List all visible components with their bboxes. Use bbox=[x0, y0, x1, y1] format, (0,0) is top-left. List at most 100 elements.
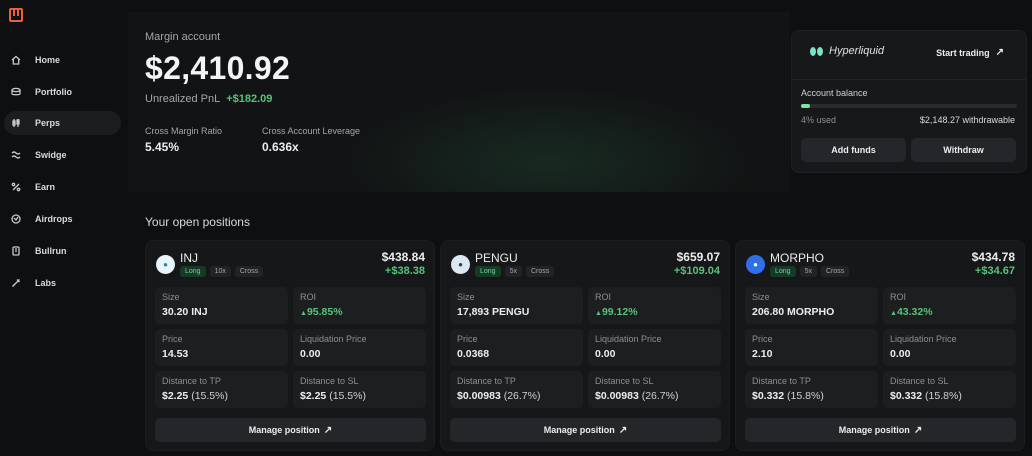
perps-icon bbox=[10, 117, 22, 129]
withdraw-button[interactable]: Withdraw bbox=[911, 138, 1016, 162]
sidebar-item-label: Home bbox=[35, 55, 61, 65]
sidebar-item-bullrun[interactable]: Bullrun bbox=[4, 239, 121, 263]
tp-value: $0.332 (15.8%) bbox=[752, 390, 824, 402]
roi-number: 43.32% bbox=[896, 306, 933, 318]
triangle-up-icon: ▲ bbox=[890, 310, 897, 317]
sidebar-item-label: Airdrops bbox=[35, 214, 73, 224]
position-pnl: +$109.04 bbox=[673, 265, 720, 277]
sl-cell: Distance to SL $0.332 (15.8%) bbox=[883, 371, 1016, 408]
leverage-badge: 5x bbox=[799, 266, 817, 277]
tp-cell: Distance to TP $0.00983 (26.7%) bbox=[450, 371, 583, 408]
manage-position-button[interactable]: Manage position ↗ bbox=[745, 418, 1016, 442]
sl-label: Distance to SL bbox=[595, 376, 654, 386]
pnl-label: Unrealized PnL bbox=[145, 93, 221, 105]
liquidation-label: Liquidation Price bbox=[595, 334, 662, 344]
coin-name: MORPHO bbox=[770, 251, 824, 265]
price-value: 0.0368 bbox=[457, 348, 490, 360]
size-value: 30.20 INJ bbox=[162, 306, 208, 318]
sidebar-item-label: Labs bbox=[35, 278, 57, 288]
home-icon bbox=[10, 54, 22, 66]
divider bbox=[792, 79, 1026, 80]
tp-amount: $0.00983 bbox=[457, 390, 501, 402]
margin-account-title: Margin account bbox=[145, 31, 221, 43]
roi-number: 95.85% bbox=[306, 306, 343, 318]
position-pnl: +$34.67 bbox=[974, 265, 1015, 277]
liquidation-value: 0.00 bbox=[300, 348, 321, 360]
roi-number: 99.12% bbox=[601, 306, 638, 318]
size-cell: Size 30.20 INJ bbox=[155, 287, 288, 324]
sl-value: $0.00983 (26.7%) bbox=[595, 390, 678, 402]
sl-value: $2.25 (15.5%) bbox=[300, 390, 366, 402]
sidebar-item-airdrops[interactable]: Airdrops bbox=[4, 207, 121, 231]
size-cell: Size 17,893 PENGU bbox=[450, 287, 583, 324]
tp-percent: (15.8%) bbox=[787, 390, 824, 402]
sidebar-item-perps[interactable]: Perps bbox=[4, 111, 121, 135]
labs-icon bbox=[10, 277, 22, 289]
coin-name: PENGU bbox=[475, 251, 518, 265]
tp-value: $0.00983 (26.7%) bbox=[457, 390, 540, 402]
tp-amount: $2.25 bbox=[162, 390, 189, 402]
manage-position-button[interactable]: Manage position ↗ bbox=[155, 418, 426, 442]
sidebar-item-label: Earn bbox=[35, 182, 56, 192]
size-label: Size bbox=[162, 292, 180, 302]
app-logo[interactable] bbox=[9, 8, 23, 22]
price-label: Price bbox=[752, 334, 773, 344]
tp-cell: Distance to TP $0.332 (15.8%) bbox=[745, 371, 878, 408]
side-badge: Long bbox=[180, 266, 206, 277]
position-pnl: +$38.38 bbox=[384, 265, 425, 277]
sidebar-item-labs[interactable]: Labs bbox=[4, 271, 121, 295]
cross-margin-label: Cross Margin Ratio bbox=[145, 126, 223, 136]
portfolio-icon bbox=[10, 86, 22, 98]
liquidation-cell: Liquidation Price 0.00 bbox=[293, 329, 426, 366]
side-badge: Long bbox=[770, 266, 796, 277]
manage-position-label: Manage position bbox=[838, 425, 910, 435]
size-label: Size bbox=[457, 292, 475, 302]
arrow-up-right-icon: ↗ bbox=[995, 47, 1004, 58]
roi-cell: ROI ▲99.12% bbox=[588, 287, 721, 324]
liquidation-label: Liquidation Price bbox=[890, 334, 957, 344]
position-value: $659.07 bbox=[676, 250, 720, 264]
sidebar-item-home[interactable]: Home bbox=[4, 48, 121, 72]
add-funds-button[interactable]: Add funds bbox=[801, 138, 906, 162]
sidebar-item-earn[interactable]: Earn bbox=[4, 175, 121, 199]
pnl-value: +$182.09 bbox=[226, 93, 273, 105]
sidebar-item-label: Swidge bbox=[35, 150, 67, 160]
sl-amount: $2.25 bbox=[300, 390, 327, 402]
liquidation-value: 0.00 bbox=[595, 348, 616, 360]
coin-icon: ● bbox=[746, 255, 765, 274]
sl-label: Distance to SL bbox=[890, 376, 949, 386]
liquidation-cell: Liquidation Price 0.00 bbox=[588, 329, 721, 366]
tp-percent: (15.5%) bbox=[191, 390, 228, 402]
open-positions-title: Your open positions bbox=[145, 215, 250, 229]
sidebar-item-portfolio[interactable]: Portfolio bbox=[4, 80, 121, 104]
tp-cell: Distance to TP $2.25 (15.5%) bbox=[155, 371, 288, 408]
price-label: Price bbox=[162, 334, 183, 344]
roi-label: ROI bbox=[300, 292, 317, 302]
position-tags: Long 5x Cross bbox=[770, 266, 850, 277]
sidebar-item-label: Perps bbox=[35, 118, 61, 128]
roi-label: ROI bbox=[595, 292, 612, 302]
roi-value: ▲43.32% bbox=[890, 306, 933, 318]
tp-label: Distance to TP bbox=[457, 376, 516, 386]
roi-cell: ROI ▲43.32% bbox=[883, 287, 1016, 324]
price-label: Price bbox=[457, 334, 478, 344]
tp-label: Distance to TP bbox=[162, 376, 221, 386]
price-value: 2.10 bbox=[752, 348, 773, 360]
account-balance-label: Account balance bbox=[801, 88, 868, 98]
sidebar-item-swidge[interactable]: Swidge bbox=[4, 143, 121, 167]
arrow-up-right-icon: ↗ bbox=[618, 424, 628, 436]
usage-bar bbox=[801, 104, 1017, 108]
margin-mode-badge: Cross bbox=[525, 266, 555, 277]
price-cell: Price 14.53 bbox=[155, 329, 288, 366]
sl-cell: Distance to SL $2.25 (15.5%) bbox=[293, 371, 426, 408]
start-trading-link[interactable]: Start trading ↗ bbox=[936, 47, 1004, 58]
airdrops-icon bbox=[10, 213, 22, 225]
sl-percent: (26.7%) bbox=[641, 390, 679, 402]
arrow-up-right-icon: ↗ bbox=[323, 424, 333, 436]
manage-position-button[interactable]: Manage position ↗ bbox=[450, 418, 721, 442]
cross-margin-value: 5.45% bbox=[145, 140, 180, 154]
sl-value: $0.332 (15.8%) bbox=[890, 390, 962, 402]
manage-position-label: Manage position bbox=[543, 425, 615, 435]
withdrawable-amount: $2,148.27 withdrawable bbox=[919, 115, 1015, 125]
roi-value: ▲99.12% bbox=[595, 306, 638, 318]
